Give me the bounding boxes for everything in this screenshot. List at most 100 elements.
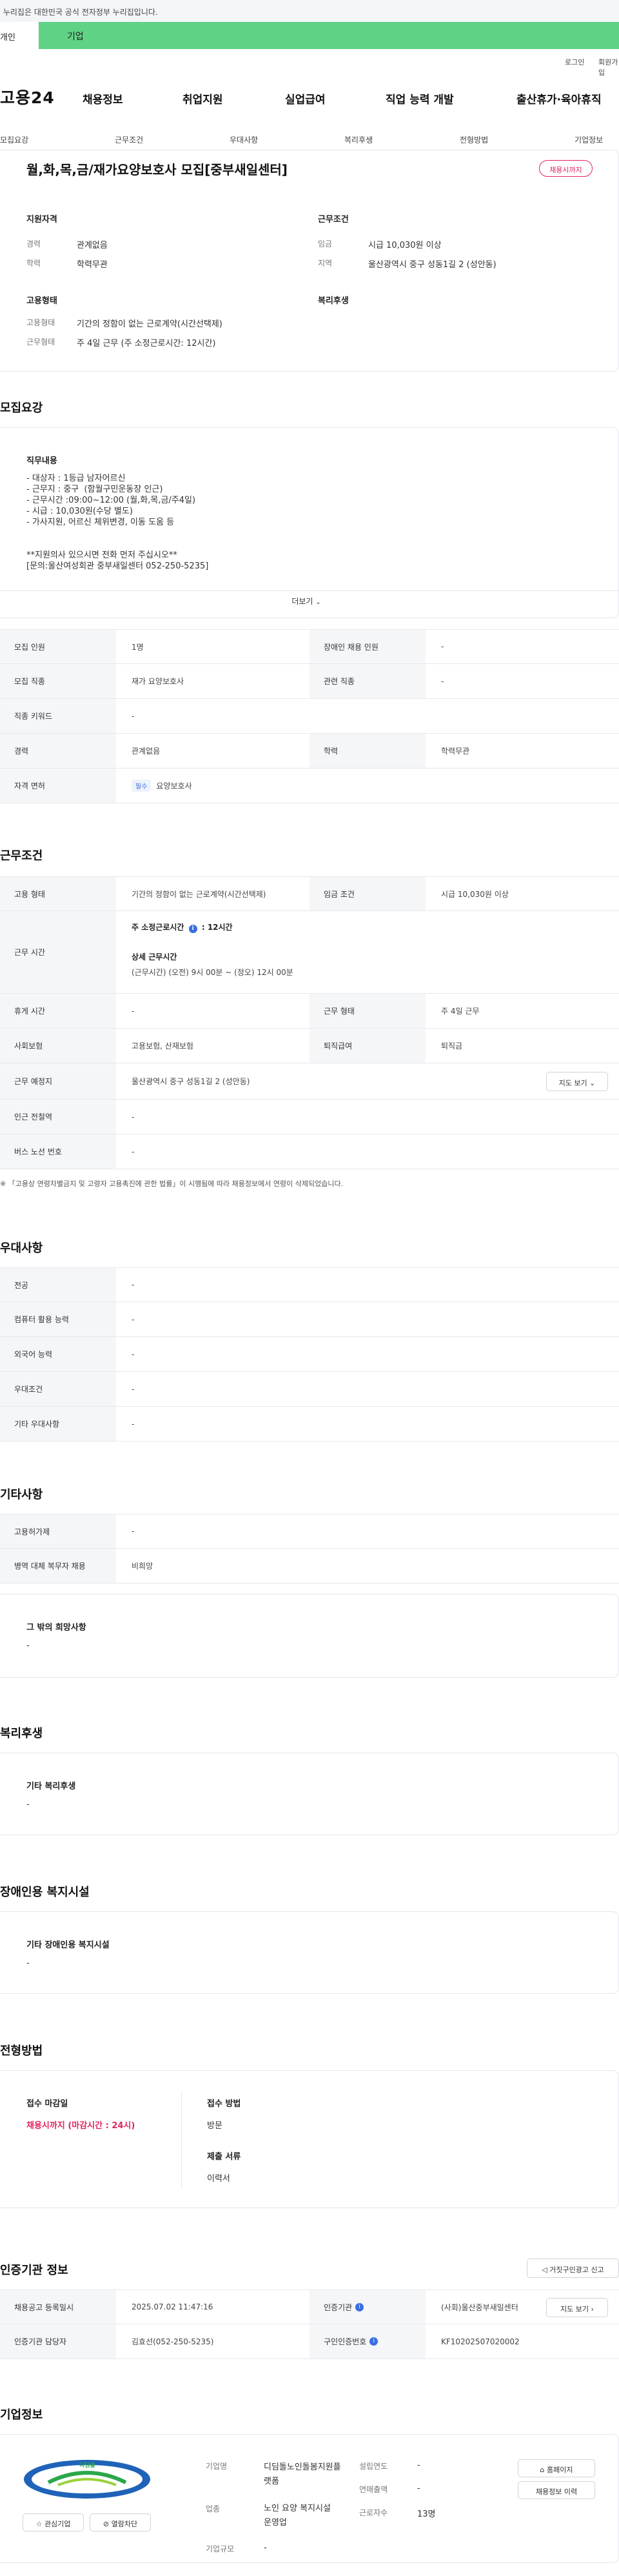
company-size-key: 기업규모: [206, 2544, 235, 2553]
section-nav-company[interactable]: 기업정보: [575, 134, 603, 145]
block-label: 열람차단: [111, 2520, 138, 2528]
row-value: -: [132, 1384, 135, 1394]
company-name-value: 디딤돌노인돌봄지원플랫폼: [264, 2462, 341, 2486]
cond-wage-value: 시급 10,030원 이상: [368, 241, 442, 250]
gnb-item-unemployment-benefit[interactable]: 실업급여: [285, 90, 326, 106]
welfare-box-value: -: [26, 1800, 30, 1809]
more-label: 더보기: [291, 597, 313, 606]
table-row: 고용허가제 -: [0, 1514, 619, 1549]
row-value: -: [132, 711, 135, 721]
join-link[interactable]: 회원가입: [598, 57, 619, 77]
row-key: 고용 형태: [0, 877, 116, 911]
report-ad-button[interactable]: ◁ 거짓구인광고 신고: [527, 2259, 619, 2278]
row-value: 재가 요양보호사: [132, 677, 184, 686]
agency-section-title: 인증기관 정보: [0, 2264, 68, 2277]
row-value: 울산광역시 중구 성동1길 2 (성안동): [132, 1077, 250, 1086]
qual-edu-key: 학력: [26, 259, 41, 268]
interest-label: 관심기업: [44, 2520, 71, 2528]
row-key: 우대조건: [0, 1372, 116, 1406]
interest-company-button[interactable]: ☆ 관심기업: [23, 2513, 84, 2531]
work-section-title: 근무조건: [0, 849, 43, 863]
gnb-item-vocational-training[interactable]: 직업 능력 개발: [386, 90, 454, 106]
row-value: (사회)울산중부새일센터: [441, 2302, 518, 2312]
row-key: 병역 대체 복무자 채용: [0, 1549, 116, 1583]
table-row: 기타 우대사항 -: [0, 1407, 619, 1442]
section-nav-work[interactable]: 근무조건: [115, 134, 143, 145]
company-card: 디딤돌 ☆ 관심기업 ⊘ 열람차단 기업명 디딤돌노인돌봄지원플랫폼 업종 노인…: [0, 2434, 619, 2563]
company-sales-key: 연매출액: [359, 2485, 388, 2494]
row-key: 경력: [0, 734, 116, 768]
section-nav-selection[interactable]: 전형방법: [460, 134, 488, 145]
tab-personal[interactable]: 개인: [0, 22, 39, 49]
chevron-right-icon: ›: [591, 2305, 594, 2313]
row-value: 고용보험, 산재보험: [132, 1041, 193, 1051]
agency-map-button[interactable]: 지도 보기 ›: [546, 2298, 608, 2317]
company-logo: 디딤돌: [23, 2457, 152, 2502]
gnb-item-parental-leave[interactable]: 출산휴가·육아휴직: [516, 90, 602, 106]
welfare-summary-title: 복리후생: [318, 296, 349, 306]
company-employees-value: 13명: [417, 2510, 436, 2519]
report-ad-label: 거짓구인광고 신고: [549, 2266, 604, 2274]
site-logo[interactable]: 고용24: [0, 85, 55, 108]
job-summary-card: 월,화,목,금/재가요양보호사 모집[중부새일센터] 채용시까지 지원자격 경력…: [0, 150, 619, 372]
chevron-down-icon: ⌄: [589, 1079, 596, 1087]
hours-main-value: : 12시간: [201, 923, 233, 932]
job-history-button[interactable]: 채용정보 이력: [518, 2481, 595, 2499]
table-row: 컴퓨터 활용 능력 -: [0, 1302, 619, 1337]
cond-wage-key: 임금: [318, 239, 333, 248]
row-value: 비희망: [132, 1562, 153, 1571]
table-row: 휴게 시간 - 근무 형태 주 4일 근무: [0, 994, 619, 1029]
other-wish-card: 그 밖의 희망사항 -: [0, 1594, 619, 1678]
homepage-label: 홈페이지: [547, 2466, 573, 2474]
info-icon[interactable]: i: [188, 925, 197, 933]
gnb-item-jobs[interactable]: 채용정보: [83, 90, 123, 106]
chevron-down-icon: ⌄: [315, 599, 321, 606]
map-button[interactable]: 지도 보기 ⌄: [546, 1072, 608, 1091]
section-nav-welfare[interactable]: 복리후생: [344, 134, 373, 145]
row-key: 모집 직종: [0, 664, 116, 698]
info-icon[interactable]: i: [369, 2337, 378, 2346]
method-title: 접수 방법: [207, 2099, 241, 2109]
row-key: 모집 인원: [0, 630, 116, 663]
recruit-section-title: 모집요강: [0, 401, 43, 415]
row-value: -: [132, 1280, 135, 1289]
hours-main-label: 주 소정근로시간: [132, 923, 184, 932]
table-row: 인증기관 담당자 김효선(052-250-5235) 구인인증번호 i KF10…: [0, 2324, 619, 2359]
emp-form-key: 근무형태: [26, 337, 55, 347]
emp-title: 고용형태: [26, 296, 57, 306]
block-view-button[interactable]: ⊘ 열람차단: [90, 2513, 151, 2531]
row-value: -: [132, 1112, 135, 1122]
docs-title: 제출 서류: [207, 2152, 241, 2162]
cond-region-value: 울산광역시 중구 성동1길 2 (성안동): [368, 260, 496, 270]
row-value: 시급 10,030원 이상: [441, 889, 509, 899]
table-row: 근무 시간 주 소정근로시간 i : 12시간 상세 근무시간 (근무시간) (…: [0, 911, 619, 994]
section-nav-recruit[interactable]: 모집요강: [0, 134, 28, 145]
tab-company[interactable]: 기업: [39, 22, 619, 49]
company-logo-text: 디딤돌: [79, 2462, 95, 2469]
other-wish-value: -: [26, 1641, 30, 1651]
login-link[interactable]: 로그인: [565, 57, 584, 67]
job-history-label: 채용정보 이력: [535, 2488, 578, 2496]
table-row: 모집 직종 재가 요양보호사 관련 직종 -: [0, 664, 619, 699]
homepage-button[interactable]: ⌂ 홈페이지: [518, 2459, 595, 2477]
row-value: 요양보호사: [156, 781, 192, 790]
company-size-value: -: [264, 2543, 267, 2553]
row-value: -: [132, 1349, 135, 1359]
selection-section-title: 전형방법: [0, 2044, 43, 2058]
table-row: 버스 노선 번호 -: [0, 1134, 619, 1169]
row-value: 주 4일 근무: [441, 1007, 480, 1016]
row-key: 퇴직급여: [310, 1029, 426, 1063]
section-nav-preference[interactable]: 우대사항: [230, 134, 258, 145]
more-button[interactable]: 더보기 ⌄: [0, 596, 618, 607]
company-name-key: 기업명: [206, 2462, 228, 2471]
disabled-box-title: 기타 장애인용 복지시설: [26, 1940, 110, 1950]
gnb-item-employment-support[interactable]: 취업지원: [182, 90, 223, 106]
required-tag: 필수: [132, 780, 152, 792]
info-icon[interactable]: i: [355, 2302, 364, 2311]
row-key: 외국어 능력: [0, 1337, 116, 1371]
table-row: 경력 관계없음 학력 학력무관: [0, 734, 619, 769]
qual-edu-value: 학력무관: [77, 260, 108, 270]
row-value: 2025.07.02 11:47:16: [132, 2302, 213, 2311]
row-value: -: [132, 1419, 135, 1429]
gov-banner: 이 누리집은 대한민국 공식 전자정부 누리집입니다.: [0, 0, 619, 22]
